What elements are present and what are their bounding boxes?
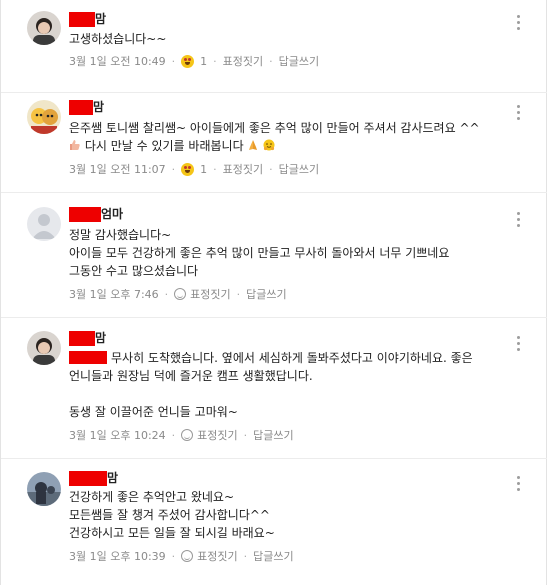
comment-time: 3월 1일 오전 11:07 [69, 163, 166, 176]
more-vertical-icon[interactable] [516, 212, 520, 227]
redaction-block [69, 351, 107, 364]
avatar[interactable] [27, 11, 61, 45]
thumb-emoji-icon [70, 140, 80, 150]
comment-meta: 3월 1일 오전 11:07 · 1 · 표정짓기 · 답글쓰기 [69, 161, 320, 177]
reply-button[interactable]: 답글쓰기 [246, 286, 286, 302]
comment-time: 3월 1일 오후 10:39 [69, 550, 166, 563]
reaction-button[interactable]: 표정짓기 [223, 53, 263, 69]
reaction-button[interactable]: 표정짓기 [223, 161, 263, 177]
avatar[interactable] [27, 100, 61, 134]
author-name[interactable]: 맘 [69, 11, 106, 27]
redaction-block [69, 470, 107, 486]
more-vertical-icon[interactable] [516, 105, 520, 120]
author-name[interactable]: 맘 [69, 470, 118, 486]
reply-button[interactable]: 답글쓰기 [279, 53, 319, 69]
reply-button[interactable]: 답글쓰기 [253, 548, 293, 564]
comment-item: 엄마 정말 감사했습니다~ 아이들 모두 건강하게 좋은 추억 많이 만들고 무… [1, 193, 547, 316]
avatar[interactable] [27, 472, 61, 506]
redaction-block [69, 99, 93, 115]
comment-time: 3월 1일 오후 10:24 [69, 429, 166, 442]
comment-list: 맘 고생하셨습니다~~ 3월 1일 오전 10:49 · 1 · 표정짓기 · … [0, 0, 547, 585]
comment-text: 정말 감사했습니다~ 아이들 모두 건강하게 좋은 추억 많이 만들고 무사히 … [69, 228, 450, 278]
author-name[interactable]: 맘 [69, 330, 106, 346]
reaction-button[interactable]: 표정짓기 [181, 427, 238, 443]
comment-item: 맘 고생하셨습니다~~ 3월 1일 오전 10:49 · 1 · 표정짓기 · … [1, 0, 547, 92]
reply-button[interactable]: 답글쓰기 [253, 427, 293, 443]
heart-eyes-emoji-icon [181, 54, 195, 68]
smile-outline-icon [174, 288, 187, 300]
reaction-summary[interactable]: 1 [181, 162, 207, 176]
avatar[interactable] [27, 331, 61, 365]
more-vertical-icon[interactable] [516, 15, 520, 30]
reaction-button[interactable]: 표정짓기 [181, 548, 238, 564]
comment-item: 맘 건강하게 좋은 추억안고 왔네요~ 모든쌤들 잘 챙겨 주셨어 감사합니다^… [1, 459, 547, 585]
comment-time: 3월 1일 오전 10:49 [69, 55, 166, 68]
comment-meta: 3월 1일 오전 10:49 · 1 · 표정짓기 · 답글쓰기 [69, 53, 320, 69]
comment-time: 3월 1일 오후 7:46 [69, 288, 159, 301]
redaction-block [69, 11, 95, 27]
comment-text: 건강하게 좋은 추억안고 왔네요~ 모든쌤들 잘 챙겨 주셨어 감사합니다^^ … [69, 490, 275, 540]
comment-meta: 3월 1일 오후 10:24 · 표정짓기 · 답글쓰기 [69, 427, 294, 443]
comment-text: 무사히 도착했습니다. 옆에서 세심하게 돌봐주셨다고 이야기하네요. 좋은 언… [69, 351, 473, 419]
redaction-block [69, 330, 95, 346]
redaction-block [69, 206, 101, 222]
praying-hands-emoji-icon [249, 140, 258, 150]
comment-item: 맘 무사히 도착했습니다. 옆에서 세심하게 돌봐주셨다고 이야기하네요. 좋은… [1, 318, 547, 458]
more-vertical-icon[interactable] [516, 336, 520, 351]
comment-text: 은주쌤 토니쌤 찰리쌤~ 아이들에게 좋은 추억 많이 만들어 주셔서 감사드려… [69, 121, 480, 153]
avatar[interactable] [27, 207, 61, 241]
more-vertical-icon[interactable] [516, 476, 520, 491]
smile-outline-icon [181, 550, 194, 562]
comment-meta: 3월 1일 오후 7:46 · 표정짓기 · 답글쓰기 [69, 286, 287, 302]
reaction-summary[interactable]: 1 [181, 54, 207, 68]
comment-text: 고생하셨습니다~~ [69, 32, 167, 46]
reaction-button[interactable]: 표정짓기 [174, 286, 231, 302]
comment-item: 맘 은주쌤 토니쌤 찰리쌤~ 아이들에게 좋은 추억 많이 만들어 주셔서 감사… [1, 93, 547, 191]
comment-meta: 3월 1일 오후 10:39 · 표정짓기 · 답글쓰기 [69, 548, 294, 564]
heart-eyes-emoji-icon [181, 162, 195, 176]
smile-outline-icon [181, 429, 194, 441]
author-name[interactable]: 엄마 [69, 206, 123, 222]
author-name[interactable]: 맘 [69, 99, 104, 115]
reply-button[interactable]: 답글쓰기 [279, 161, 319, 177]
hugging-face-emoji-icon [263, 139, 275, 151]
